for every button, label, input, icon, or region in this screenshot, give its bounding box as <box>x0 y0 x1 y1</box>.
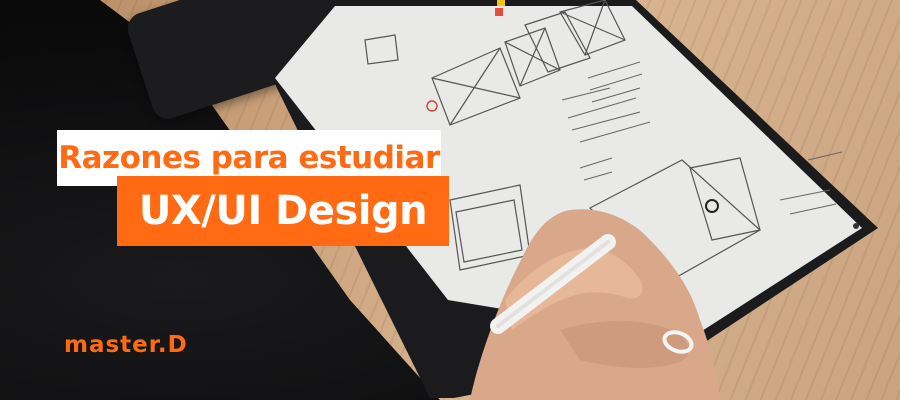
title-line-2-box: UX/UI Design <box>117 176 449 246</box>
banner-photo: Razones para estudiar UX/UI Design maste… <box>0 0 900 400</box>
title-line-2: UX/UI Design <box>138 188 428 234</box>
brand-logo[interactable]: master.D <box>64 332 188 358</box>
